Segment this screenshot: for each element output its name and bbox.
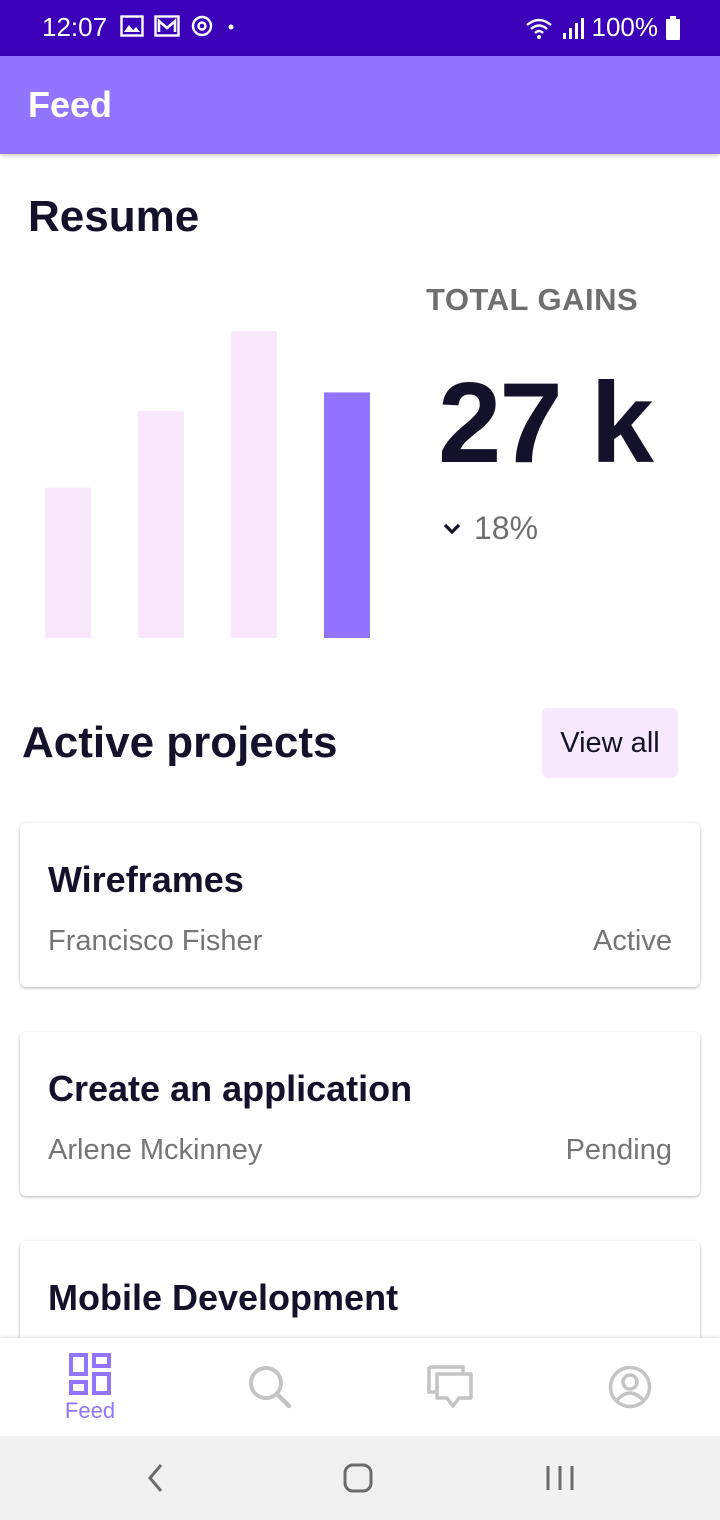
system-back-button[interactable]	[106, 1436, 206, 1520]
chart-bar	[324, 392, 370, 638]
chart-bar	[231, 331, 277, 638]
project-card[interactable]: Create an application Arlene Mckinney Pe…	[20, 1032, 700, 1196]
gmail-icon	[154, 15, 180, 37]
status-bar: 12:07 100%	[0, 0, 720, 56]
project-owner: Arlene Mckinney	[48, 1134, 263, 1166]
project-title: Mobile Development	[48, 1277, 399, 1318]
system-recents-button[interactable]	[510, 1436, 610, 1520]
dashboard-icon	[69, 1353, 111, 1395]
system-status-icons: 100%	[524, 12, 680, 43]
view-all-button[interactable]: View all	[542, 708, 678, 778]
system-navigation-bar	[0, 1436, 720, 1520]
recents-icon	[546, 1466, 574, 1490]
app-bar: Feed	[0, 56, 720, 154]
chat-icon	[427, 1365, 473, 1408]
nav-item-search[interactable]	[180, 1338, 360, 1436]
notification-icons	[120, 14, 238, 38]
back-icon	[148, 1464, 163, 1492]
chart-bar	[45, 487, 91, 638]
gains-bar-chart	[45, 331, 370, 638]
active-projects-title: Active projects	[22, 718, 338, 767]
signal-icon	[562, 17, 584, 39]
dot-icon	[228, 24, 234, 30]
project-card[interactable]: Wireframes Francisco Fisher Active	[20, 823, 700, 987]
project-status: Pending	[565, 1134, 672, 1166]
battery-percentage: 100%	[591, 12, 659, 42]
system-home-button[interactable]	[308, 1436, 408, 1520]
total-gains-label: TOTAL GAINS	[426, 282, 639, 317]
project-status: Active	[593, 925, 672, 957]
sync-icon	[191, 15, 213, 37]
chevron-down-icon	[443, 523, 461, 534]
nav-item-messages[interactable]	[360, 1338, 540, 1436]
project-owner: Francisco Fisher	[48, 925, 263, 957]
gains-chart	[30, 320, 390, 638]
home-icon	[343, 1463, 373, 1493]
chart-bar	[138, 410, 184, 638]
bottom-navigation: Feed	[0, 1338, 720, 1436]
resume-title: Resume	[28, 192, 200, 241]
app-title: Feed	[28, 84, 113, 125]
total-gains-value: 27 k	[438, 360, 654, 487]
status-time: 12:07	[42, 12, 108, 42]
image-icon	[120, 15, 144, 37]
project-title: Create an application	[48, 1068, 413, 1109]
wifi-icon	[525, 18, 552, 39]
profile-icon	[608, 1365, 652, 1409]
nav-item-profile[interactable]	[540, 1338, 720, 1436]
nav-item-feed[interactable]: Feed	[0, 1338, 180, 1436]
battery-icon	[666, 15, 680, 40]
gains-change-value: 18%	[474, 510, 539, 546]
nav-label-feed: Feed	[64, 1398, 116, 1423]
project-title: Wireframes	[48, 859, 244, 900]
search-icon	[249, 1366, 292, 1409]
gains-change: 18%	[442, 510, 538, 547]
